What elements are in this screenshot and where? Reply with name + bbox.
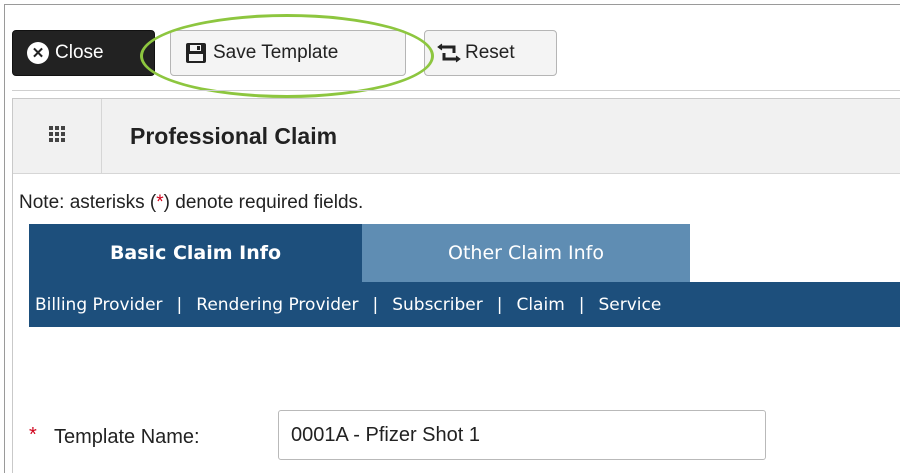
required-marker: * — [29, 424, 37, 446]
toolbar-divider — [12, 90, 900, 91]
reset-button[interactable]: Reset — [424, 30, 557, 76]
note-asterisk: * — [156, 192, 164, 213]
subnav-service[interactable]: Service — [599, 295, 662, 315]
subnav-claim[interactable]: Claim — [516, 295, 564, 315]
subnav-billing-provider[interactable]: Billing Provider — [35, 295, 163, 315]
save-template-label: Save Template — [213, 42, 339, 63]
template-name-input[interactable] — [278, 410, 766, 460]
tab-basic-claim-info[interactable]: Basic Claim Info — [29, 224, 362, 282]
subnav-separator: | — [176, 294, 183, 315]
save-template-button[interactable]: Save Template — [170, 30, 406, 76]
close-button[interactable]: ✕ Close — [12, 30, 155, 76]
template-name-label: Template Name: — [54, 426, 200, 448]
floppy-disk-icon — [185, 42, 207, 64]
subnav-subscriber[interactable]: Subscriber — [392, 295, 483, 315]
reset-button-label: Reset — [465, 42, 515, 63]
grid-menu-button[interactable] — [13, 99, 102, 173]
tab-other-claim-info[interactable]: Other Claim Info — [362, 224, 690, 282]
required-fields-note: Note: asterisks (*) denote required fiel… — [19, 192, 363, 214]
tab-bar: Basic Claim Info Other Claim Info — [29, 224, 900, 282]
subnav-rendering-provider[interactable]: Rendering Provider — [196, 295, 358, 315]
subnav-separator: | — [578, 294, 585, 315]
section-nav: Billing Provider | Rendering Provider | … — [29, 282, 900, 327]
page-title: Professional Claim — [130, 123, 338, 149]
grid-icon — [48, 125, 66, 148]
note-suffix: ) denote required fields. — [163, 192, 364, 213]
close-circle-icon: ✕ — [27, 42, 49, 64]
note-prefix: Note: asterisks ( — [19, 192, 157, 213]
subnav-separator: | — [496, 294, 503, 315]
reset-arrows-icon — [437, 43, 461, 63]
subnav-separator: | — [372, 294, 379, 315]
close-button-label: Close — [55, 42, 104, 63]
panel-header: Professional Claim — [13, 99, 900, 174]
